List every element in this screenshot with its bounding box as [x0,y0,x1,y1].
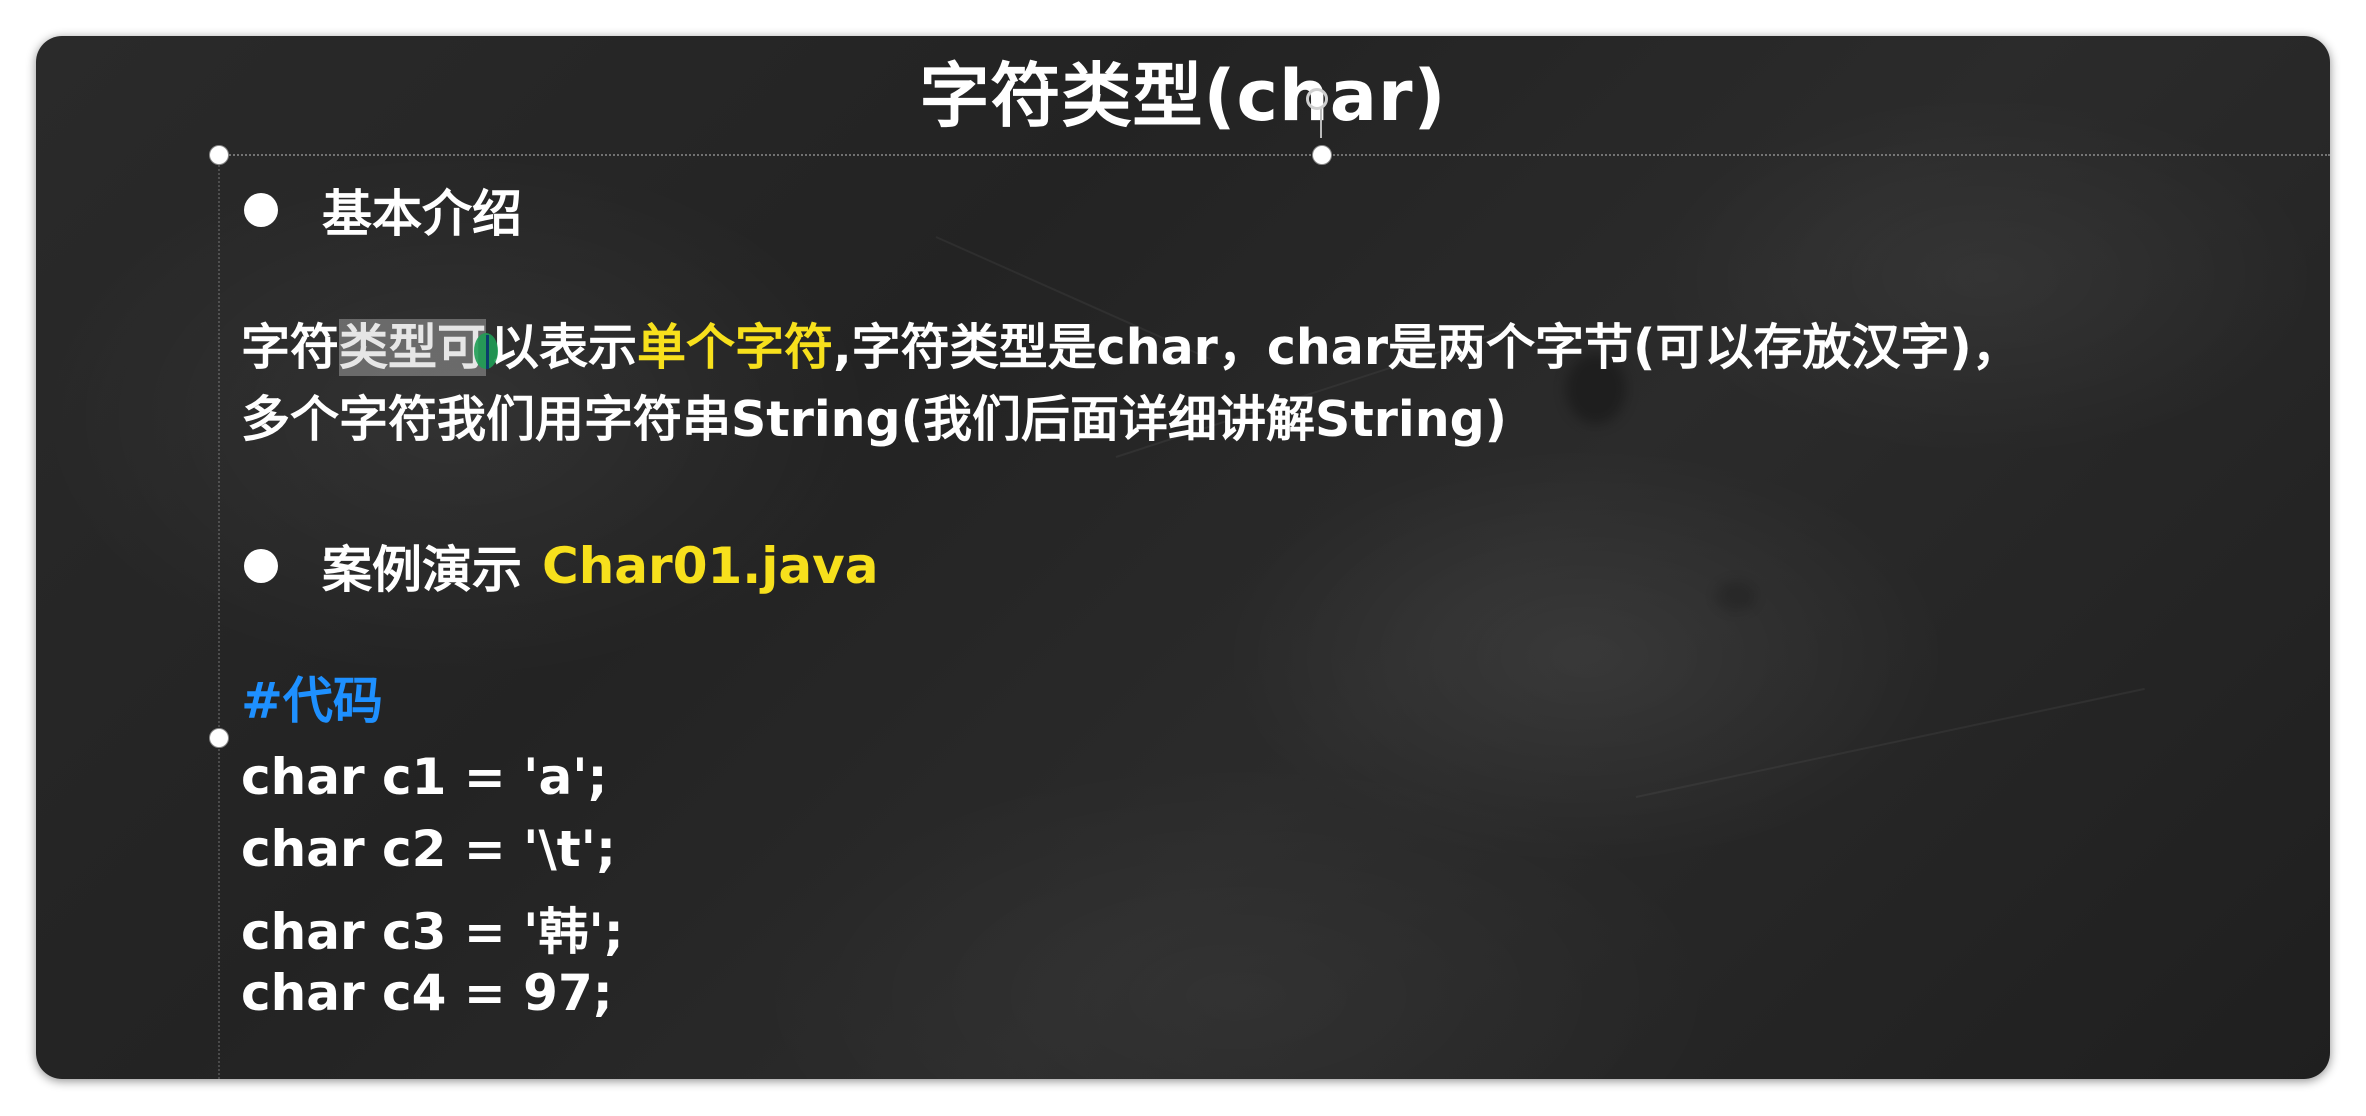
highlight-text: 单个字符 [637,319,834,376]
intro-paragraph-line-1[interactable]: 字符类型可 以表示单个字符,字符类型是char，char是两个字节(可以存放汉字)… [241,312,2021,384]
intro-paragraph-line-2[interactable]: 多个字符我们用字符串String(我们后面详细讲解String) [241,384,1507,456]
selection-handle-icon[interactable] [209,728,229,748]
selected-text[interactable]: 类型可 [339,319,487,376]
code-line[interactable]: char c1 = 'a'; [241,748,608,806]
section-basic-intro: 基本介绍 [244,174,522,246]
text-cursor-icon [474,331,500,371]
selection-handle-icon[interactable] [209,145,229,165]
rotate-handle-icon[interactable] [1306,88,1328,110]
selection-handle-icon[interactable] [1312,145,1332,165]
code-comment[interactable]: #代码 [241,661,383,733]
slide-canvas[interactable]: 字符类型(char) 基本介绍 字符类型可 以表示单个字符,字符类型是char，c… [36,36,2330,1079]
bullet-icon [244,193,278,227]
section-demo: 案例演示 Char01.java [244,530,878,602]
chalk-smudge [1716,581,1756,611]
textbox-selection-border [218,154,220,1079]
rotate-handle-stem [1320,108,1322,138]
code-line[interactable]: char c4 = 97; [241,964,613,1022]
code-line[interactable]: char c2 = '\t'; [241,820,616,878]
chalk-streak [1635,687,2145,798]
text-run: 字符 [241,319,340,376]
textbox-selection-border [218,154,2330,156]
demo-filename[interactable]: Char01.java [542,537,878,595]
code-line[interactable]: char c3 = '韩'; [241,892,624,964]
slide-title[interactable]: 字符类型(char) [36,40,2330,141]
text-run: 以表示 [490,319,638,376]
section-heading[interactable]: 基本介绍 [322,174,522,246]
section-heading[interactable]: 案例演示 [322,530,522,602]
text-run: ,字符类型是char，char是两个字节(可以存放汉字)， [833,319,2021,376]
bullet-icon [244,549,278,583]
